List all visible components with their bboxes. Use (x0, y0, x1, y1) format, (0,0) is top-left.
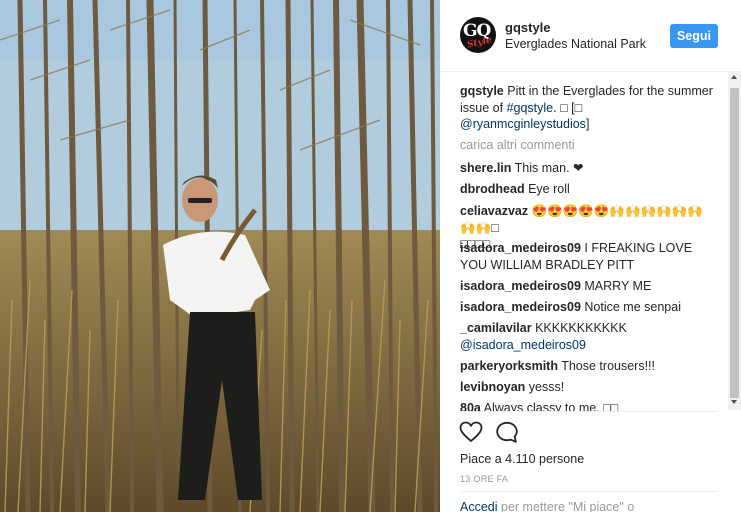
caption-mention-suffix: ] (585, 117, 590, 131)
comment-text: This man. ❤ (514, 161, 584, 175)
comment-text: Those trousers!!! (561, 359, 656, 373)
hashtag-link[interactable]: #gqstyle (507, 101, 554, 115)
comment: levibnoyan yesss! (460, 379, 718, 396)
comment-text: yesss! (528, 380, 565, 394)
comment-text: Always classy to me. □□ (483, 401, 619, 411)
login-link[interactable]: Accedi (460, 500, 498, 512)
comment-text-line2: YOU WILLIAM BRADLEY PITT (460, 257, 635, 272)
comment: dbrodhead Eye roll (460, 181, 718, 198)
comment-text: MARRY ME (584, 279, 652, 293)
divider (460, 491, 718, 492)
comment-user[interactable]: 80a (460, 401, 481, 411)
comment: 80a Always classy to me. □□ (460, 400, 718, 411)
post-header: GQ Style gqstyle Everglades National Par… (440, 0, 741, 72)
comment-user[interactable]: shere.lin (460, 161, 511, 175)
comment-user[interactable]: celiavazvaz (460, 204, 528, 218)
avatar[interactable]: GQ Style (460, 17, 496, 53)
heart-icon[interactable] (459, 421, 483, 443)
load-more-comments[interactable]: carica altri commenti (460, 137, 718, 154)
post-side-panel: GQ Style gqstyle Everglades National Par… (440, 0, 741, 512)
scroll-up-arrow-icon[interactable] (731, 75, 737, 79)
comment-text: Eye roll (528, 182, 570, 196)
login-prompt-text: per mettere "Mi piace" o (497, 500, 635, 512)
comment-user[interactable]: isadora_medeiros09 (460, 241, 581, 255)
post-timestamp: 13 ORE FA (460, 474, 509, 484)
comment: _camilavilar KKKKKKKKKKK @isadora_medeir… (460, 320, 718, 353)
comment-text: I FREAKING LOVE (584, 241, 693, 255)
likes-count[interactable]: Piace a 4.110 persone (460, 452, 584, 466)
comment: parkeryorksmith Those trousers!!! (460, 358, 718, 375)
post-location[interactable]: Everglades National Park (505, 37, 646, 51)
comment-user[interactable]: parkeryorksmith (460, 359, 558, 373)
post-photo[interactable] (0, 0, 440, 512)
comment-text: KKKKKKKKKKK (535, 321, 627, 335)
comments-list[interactable]: gqstyle Pitt in the Everglades for the s… (460, 83, 720, 411)
mention-link[interactable]: @ryanmcginleystudios (460, 117, 586, 131)
divider (460, 411, 718, 412)
comment-user[interactable]: levibnoyan (460, 380, 525, 394)
follow-button[interactable]: Segui (670, 24, 718, 48)
photo-scene (0, 0, 440, 512)
comment: isadora_medeiros09 I FREAKING LOVE YOU W… (460, 240, 718, 273)
comment: isadora_medeiros09 Notice me senpai (460, 299, 718, 316)
comment-user[interactable]: isadora_medeiros09 (460, 300, 581, 314)
caption-user[interactable]: gqstyle (460, 84, 504, 98)
scrollbar-thumb[interactable] (730, 88, 739, 398)
comment-user[interactable]: isadora_medeiros09 (460, 279, 581, 293)
comments-scrollbar[interactable] (728, 72, 741, 410)
comment-user[interactable]: dbrodhead (460, 182, 525, 196)
comment-text: Notice me senpai (584, 300, 681, 314)
post-username[interactable]: gqstyle (505, 20, 551, 35)
comment-bubble-icon[interactable] (495, 421, 519, 443)
mention-link[interactable]: @isadora_medeiros09 (460, 338, 586, 352)
comment-user[interactable]: _camilavilar (460, 321, 532, 335)
comment: isadora_medeiros09 MARRY ME (460, 278, 718, 295)
scroll-down-arrow-icon[interactable] (731, 400, 737, 404)
caption-suffix: . □ [□ (553, 100, 583, 115)
comment: shere.lin This man. ❤ (460, 160, 718, 177)
caption: gqstyle Pitt in the Everglades for the s… (460, 83, 718, 133)
login-prompt: Accedi per mettere "Mi piace" o (460, 500, 634, 512)
